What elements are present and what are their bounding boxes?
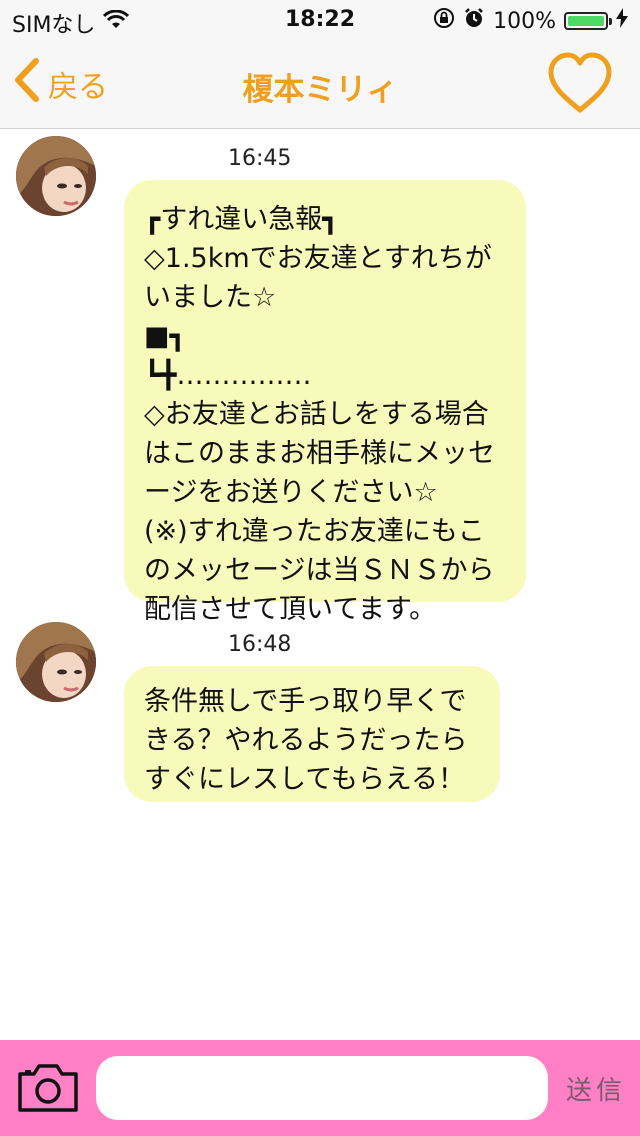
- message-input[interactable]: [96, 1056, 548, 1120]
- charging-icon: [616, 8, 628, 34]
- avatar-image: [16, 622, 96, 702]
- battery-percent: 100%: [493, 8, 556, 34]
- status-bar: SIMなし 18:22 100%: [0, 0, 640, 40]
- avatar-image: [16, 136, 96, 216]
- camera-button[interactable]: [16, 1062, 80, 1114]
- page-title: 榎本ミリィ: [242, 72, 398, 108]
- avatar[interactable]: [16, 622, 96, 702]
- message-bubble[interactable]: ┏すれ違い急報┓ ◇1.5kmでお友達とすれちがいました☆ ■┓ ┗╋………………: [124, 180, 526, 625]
- battery-icon: [564, 12, 612, 30]
- battery-fill: [568, 16, 604, 26]
- camera-icon: [18, 1064, 78, 1112]
- message-time: 16:45: [228, 146, 292, 171]
- message-time: 16:48: [228, 632, 292, 657]
- message-bubble[interactable]: 条件無しで手っ取り早くできる？やれるようだったらすぐにレスしてもらえる！: [124, 666, 500, 802]
- avatar[interactable]: [16, 136, 96, 216]
- orientation-lock-icon: [433, 7, 455, 35]
- input-bar: 送信: [0, 1040, 640, 1136]
- send-button[interactable]: 送信: [558, 1060, 634, 1116]
- heart-icon: [548, 52, 612, 113]
- favorite-button[interactable]: [546, 50, 614, 118]
- alarm-icon: [463, 7, 485, 35]
- status-right: 100%: [433, 7, 628, 35]
- nav-bar: 戻る 榎本ミリィ: [0, 40, 640, 129]
